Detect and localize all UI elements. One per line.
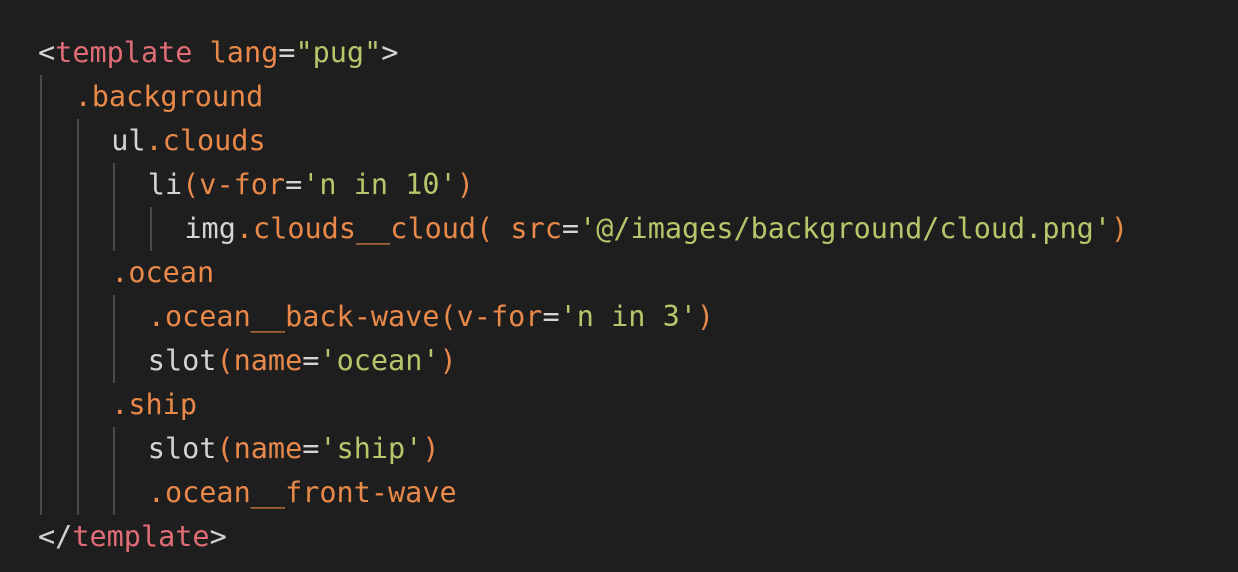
code-token: = (302, 344, 320, 377)
code-token: = (285, 168, 303, 201)
code-token: ) (1110, 212, 1129, 245)
code-token: .ocean__front-wave (147, 476, 457, 509)
code-token: slot (147, 344, 217, 377)
code-line: .ocean__front-wave (148, 471, 457, 515)
code-token: = (278, 36, 296, 69)
indent-guide (40, 75, 42, 515)
code-token: 'n in 10' (302, 168, 457, 201)
code-token: = (302, 432, 320, 465)
code-token: .ocean (111, 256, 215, 289)
code-token: = (561, 212, 580, 245)
code-token: ) (439, 344, 457, 377)
code-token: template (72, 520, 210, 553)
code-line: li(v-for='n in 10') (148, 163, 474, 207)
code-line: .ocean__back-wave(v-for='n in 3') (148, 295, 714, 339)
code-token: </ (38, 520, 73, 553)
code-line: <template lang="pug"> (38, 31, 398, 75)
indent-guide (113, 295, 116, 383)
code-line: .ocean (111, 251, 214, 295)
code-token: 'n in 3' (559, 300, 697, 333)
code-line: img.clouds__cloud( src='@/images/backgro… (184, 207, 1128, 251)
code-line: ul.clouds (111, 119, 265, 163)
code-token: > (381, 36, 399, 69)
code-token: = (542, 300, 560, 333)
code-token: li (147, 168, 183, 201)
code-token: .background (74, 80, 264, 113)
code-token: > (209, 520, 227, 553)
indent-guide (113, 427, 116, 515)
code-token: img (184, 212, 236, 245)
code-token: 'ocean' (319, 344, 440, 377)
code-token: "pug" (295, 36, 382, 69)
code-token: (name (216, 432, 303, 465)
code-line: slot(name='ocean') (148, 339, 457, 383)
code-token: template (55, 36, 193, 69)
code-token: (name (216, 344, 303, 377)
code-token: .clouds (145, 124, 266, 157)
code-editor[interactable]: <template lang="pug"> .background ul.cloud… (0, 0, 1238, 572)
code-token: lang (209, 36, 279, 69)
code-token: .ship (111, 388, 197, 421)
code-line: slot(name='ship') (148, 427, 440, 471)
indent-guide (76, 119, 79, 515)
code-line: .ship (111, 383, 197, 427)
code-token: < (38, 36, 56, 69)
code-token: ) (422, 432, 440, 465)
code-line: </template> (38, 515, 227, 559)
code-token: '@/images/background/cloud.png' (579, 212, 1111, 245)
code-token: 'ship' (319, 432, 423, 465)
code-line: .background (75, 75, 264, 119)
code-token: ) (456, 168, 474, 201)
indent-guide (113, 163, 116, 251)
code-token: slot (147, 432, 217, 465)
code-token: .ocean__back-wave(v-for (147, 300, 543, 333)
code-token: ul (111, 124, 146, 157)
code-token: (v-for (182, 168, 286, 201)
code-token: .clouds__cloud( src (235, 212, 562, 245)
code-token: ) (696, 300, 715, 333)
indent-guide (149, 207, 152, 251)
